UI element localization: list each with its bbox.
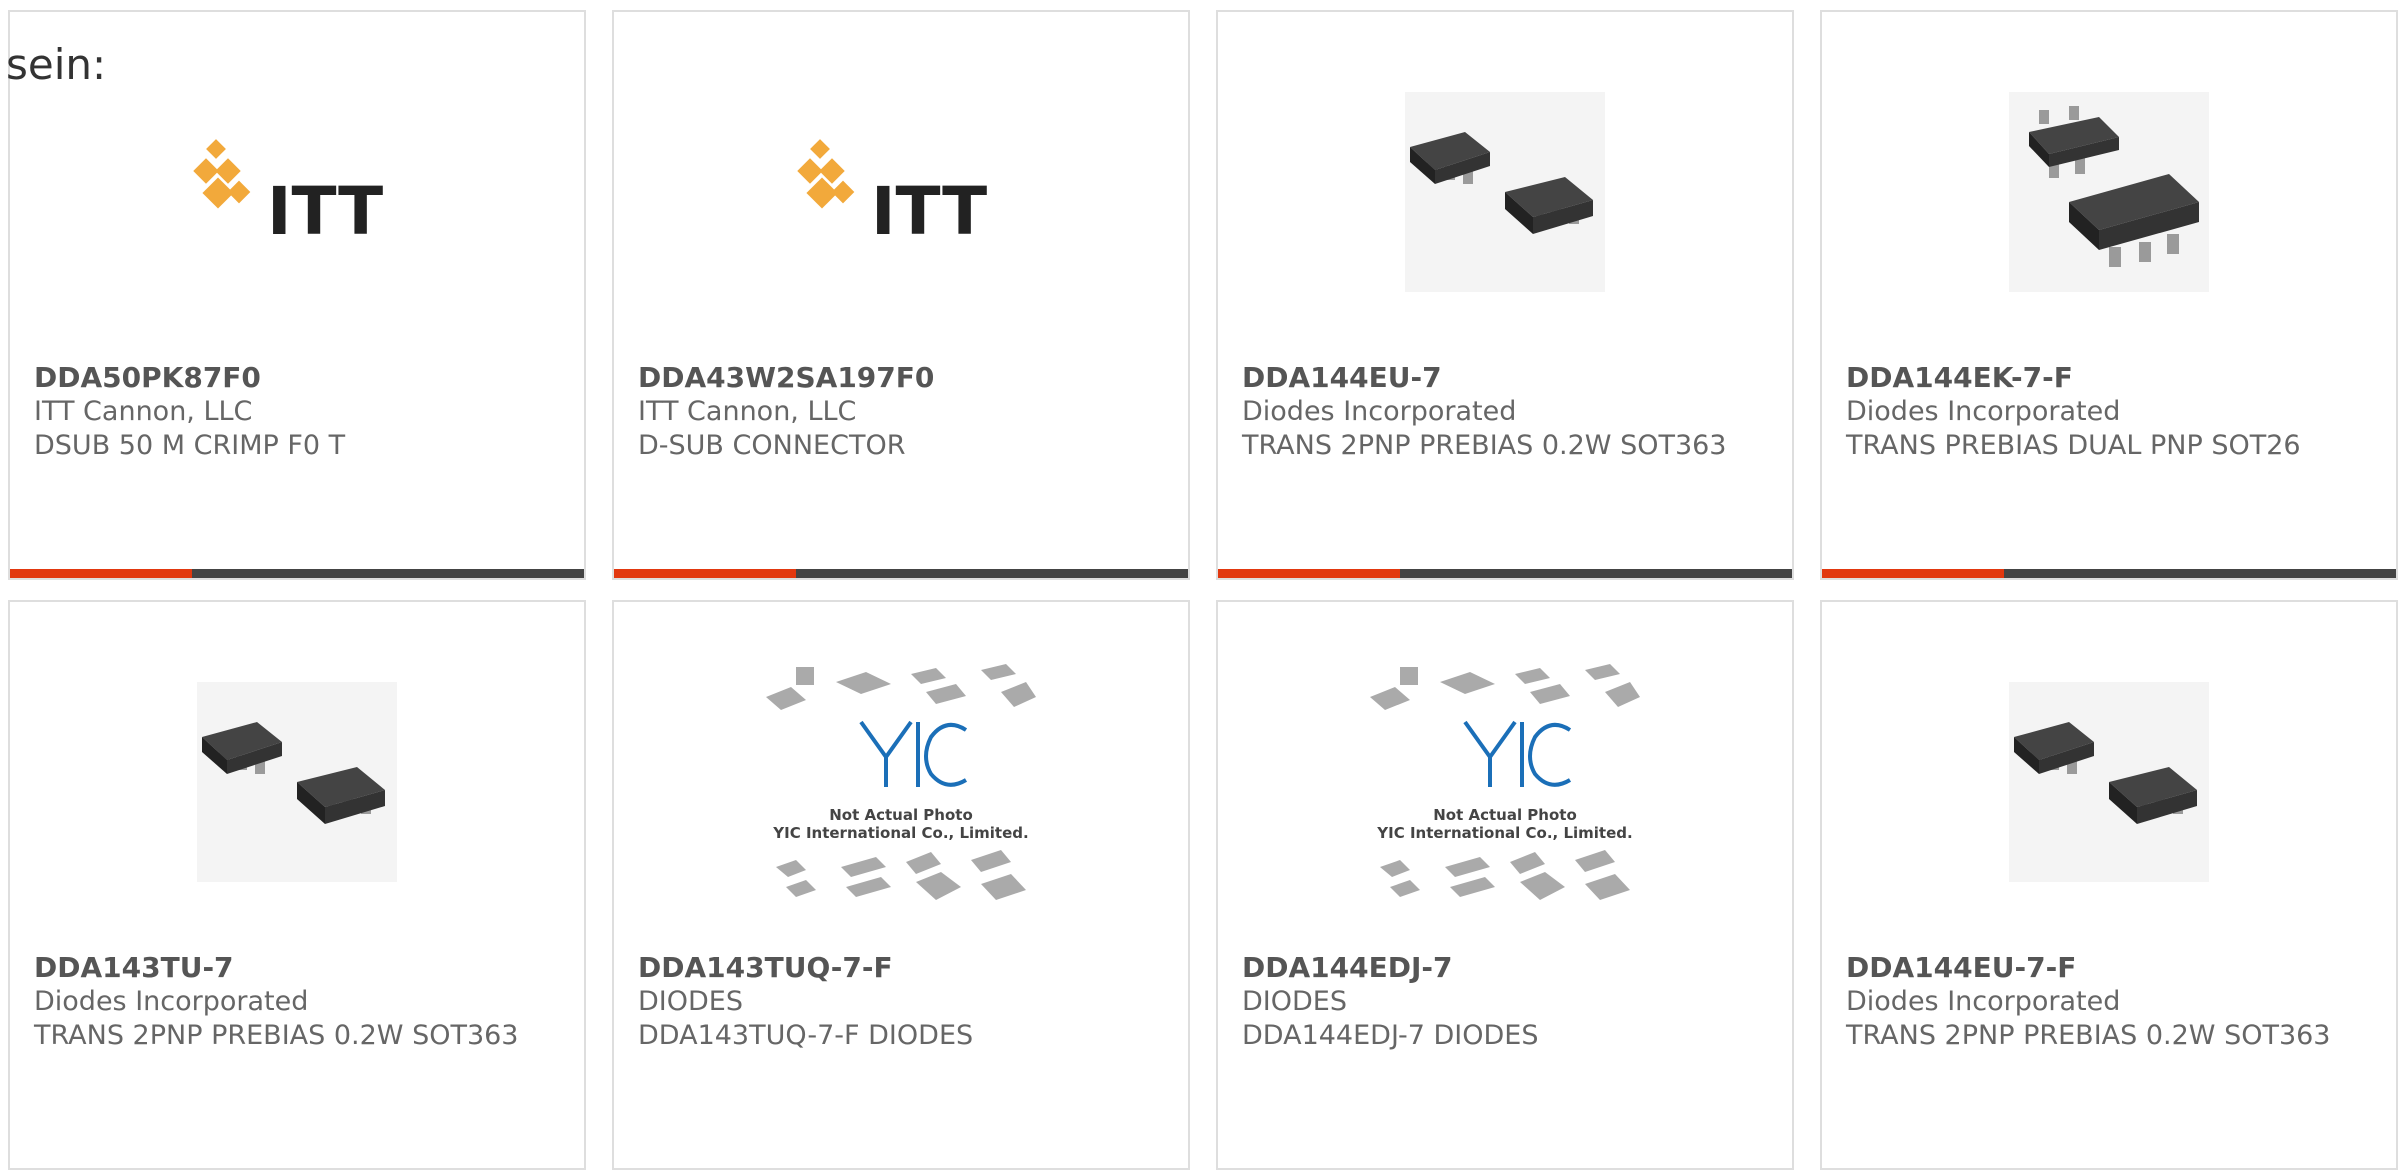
product-image [1822,662,2396,902]
product-mpn[interactable]: DDA50PK87F0 [34,361,564,395]
itt-logo: ITT [614,72,1188,312]
card-accent-bar [1218,569,1792,578]
product-card[interactable]: Not Actual Photo YIC International Co., … [1216,600,1794,1170]
product-description: TRANS 2PNP PREBIAS 0.2W SOT363 [34,1020,519,1051]
svg-text:YIC International Co., Limited: YIC International Co., Limited. [772,824,1028,842]
product-mpn[interactable]: DDA143TUQ-7-F [638,951,1168,985]
svg-text:ITT: ITT [871,173,987,250]
card-accent-bar [614,569,1188,578]
card-accent-bar [10,569,584,578]
product-description: DSUB 50 M CRIMP F0 T [34,430,346,461]
product-mpn[interactable]: DDA43W2SA197F0 [638,361,1168,395]
product-mpn[interactable]: DDA144EK-7-F [1846,361,2376,395]
product-card[interactable]: DDA143TU-7 Diodes Incorporated TRANS 2PN… [8,600,586,1170]
product-card[interactable]: DDA144EU-7 Diodes Incorporated TRANS 2PN… [1216,10,1794,580]
product-mpn[interactable]: DDA143TU-7 [34,951,564,985]
product-description: DDA143TUQ-7-F DIODES [638,1020,974,1051]
product-image [1822,72,2396,312]
product-card[interactable]: ITT DDA43W2SA197F0 ITT Cannon, LLC D-SUB… [612,10,1190,580]
header-text: sein: [6,40,107,89]
product-card[interactable]: Not Actual Photo YIC International Co., … [612,600,1190,1170]
product-manufacturer: DIODES [1242,986,1347,1017]
product-mpn[interactable]: DDA144EU-7-F [1846,951,2376,985]
product-manufacturer: Diodes Incorporated [34,986,309,1017]
product-card[interactable]: DDA144EK-7-F Diodes Incorporated TRANS P… [1820,10,2398,580]
product-image [10,662,584,902]
yic-placeholder-image: Not Actual Photo YIC International Co., … [614,662,1188,902]
yic-placeholder-image: Not Actual Photo YIC International Co., … [1218,662,1792,902]
product-card[interactable]: ITT DDA50PK87F0 ITT Cannon, LLC DSUB 50 … [8,10,586,580]
product-image [1218,72,1792,312]
product-manufacturer: DIODES [638,986,743,1017]
product-manufacturer: ITT Cannon, LLC [638,396,857,427]
svg-text:Not Actual Photo: Not Actual Photo [829,806,973,824]
svg-text:ITT: ITT [267,173,383,250]
card-accent-bar [1822,569,2396,578]
product-description: TRANS 2PNP PREBIAS 0.2W SOT363 [1846,1020,2331,1051]
product-mpn[interactable]: DDA144EU-7 [1242,361,1772,395]
product-description: D-SUB CONNECTOR [638,430,906,461]
svg-text:YIC International Co., Limited: YIC International Co., Limited. [1376,824,1632,842]
product-manufacturer: Diodes Incorporated [1846,986,2121,1017]
product-mpn[interactable]: DDA144EDJ-7 [1242,951,1772,985]
product-card[interactable]: DDA144EU-7-F Diodes Incorporated TRANS 2… [1820,600,2398,1170]
product-description: DDA144EDJ-7 DIODES [1242,1020,1539,1051]
product-description: TRANS PREBIAS DUAL PNP SOT26 [1846,430,2301,461]
product-manufacturer: ITT Cannon, LLC [34,396,253,427]
svg-text:Not Actual Photo: Not Actual Photo [1433,806,1577,824]
product-manufacturer: Diodes Incorporated [1242,396,1517,427]
itt-logo: ITT [10,72,584,312]
product-manufacturer: Diodes Incorporated [1846,396,2121,427]
product-description: TRANS 2PNP PREBIAS 0.2W SOT363 [1242,430,1727,461]
